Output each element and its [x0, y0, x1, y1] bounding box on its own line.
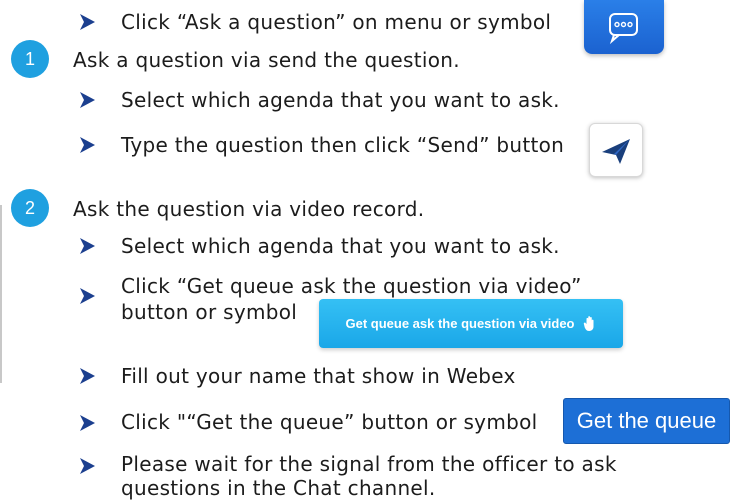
bullet-arrow-icon: [80, 368, 95, 384]
get-the-queue-button[interactable]: Get the queue: [563, 398, 730, 444]
step-2-fill-name: Fill out your name that show in Webex: [121, 364, 516, 388]
step-2-title: Ask the question via video record.: [73, 197, 425, 221]
step-2-number: 2: [11, 189, 49, 227]
step-2-get-queue-line2: button or symbol: [121, 300, 298, 324]
bullet-arrow-icon: [80, 92, 95, 108]
step-2-wait-line2: questions in the Chat channel.: [121, 476, 436, 500]
intro-text: Click “Ask a question” on menu or symbol: [121, 10, 552, 34]
bullet-arrow-icon: [80, 238, 95, 254]
raised-hand-icon: [583, 315, 593, 331]
video-button-label: Get queue ask the question via video: [345, 316, 575, 331]
bullet-arrow-icon: [80, 288, 95, 304]
step-1-type-question: Type the question then click “Send” butt…: [121, 133, 565, 157]
step-2-get-queue-line1: Click “Get queue ask the question via vi…: [121, 274, 582, 298]
get-queue-video-button[interactable]: Get queue ask the question via video: [319, 299, 623, 348]
send-button[interactable]: [589, 123, 643, 177]
bullet-arrow-icon: [80, 458, 95, 474]
paper-plane-icon: [602, 139, 630, 164]
step-2-select-agenda: Select which agenda that you want to ask…: [121, 234, 560, 258]
step-1-number: 1: [11, 40, 49, 78]
step-1-select-agenda: Select which agenda that you want to ask…: [121, 88, 560, 112]
step-1-title: Ask a question via send the question.: [73, 48, 460, 72]
bullet-arrow-icon: [80, 14, 95, 30]
bullet-arrow-icon: [80, 137, 95, 153]
step-2-click-get-queue: Click "“Get the queue” button or symbol: [121, 410, 538, 434]
ask-question-chat-button[interactable]: [584, 0, 664, 54]
step-2-wait-line1: Please wait for the signal from the offi…: [121, 452, 617, 476]
bullet-arrow-icon: [80, 415, 95, 431]
left-divider: [0, 205, 2, 383]
chat-bubble-icon: [609, 13, 638, 45]
